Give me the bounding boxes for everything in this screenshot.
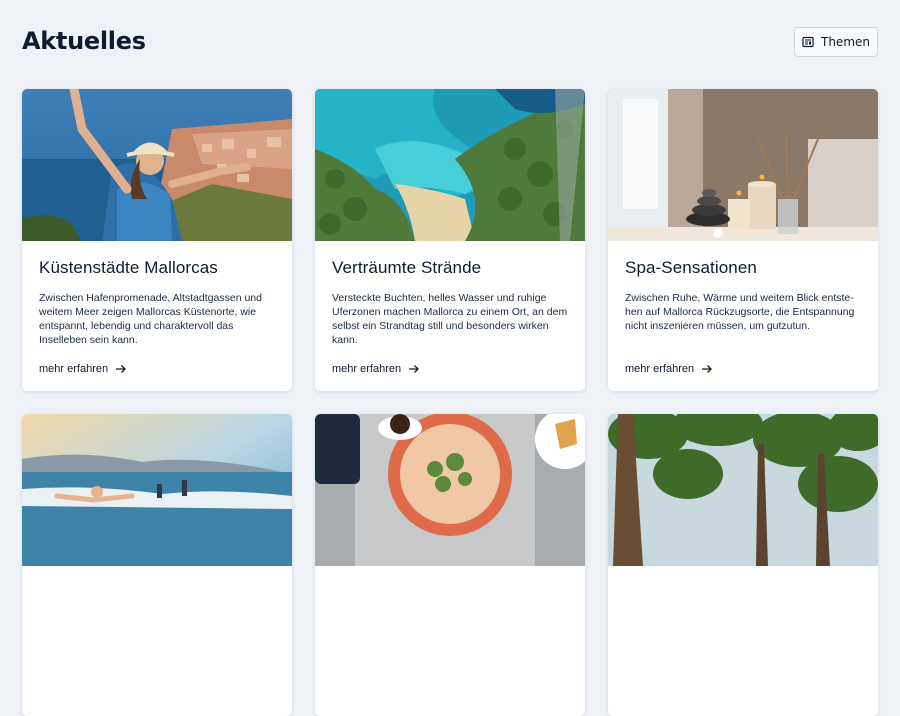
woman-coastal-town-photo — [22, 89, 292, 241]
read-more-link[interactable]: mehr erfahren — [625, 363, 713, 375]
arrow-right-icon — [116, 365, 127, 373]
card-text: Zwischen Ruhe, Wärme und weitem Blick en… — [625, 292, 855, 332]
read-more-link[interactable]: mehr erfahren — [39, 363, 127, 375]
article-card[interactable] — [22, 414, 292, 716]
article-card[interactable]: Spa-Sensationen Zwischen Ruhe, Wärme und… — [608, 89, 878, 391]
article-card[interactable] — [608, 414, 878, 716]
article-card[interactable]: Küstenstädte Mallorcas Zwischen Hafenpro… — [22, 89, 292, 391]
read-more-label: mehr erfahren — [332, 363, 402, 375]
read-more-link[interactable]: mehr erfahren — [332, 363, 420, 375]
themes-button-label: Themen — [821, 35, 870, 49]
article-card[interactable] — [315, 414, 585, 716]
arrow-right-icon — [409, 365, 420, 373]
arrow-right-icon — [702, 365, 713, 373]
spa-candles-photo — [608, 89, 878, 241]
page-title: Aktuelles — [22, 27, 146, 55]
pine-forest-photo — [608, 414, 878, 566]
card-text: Zwischen Hafenpromenade, Altstadtgassen … — [39, 292, 262, 346]
article-card[interactable]: Verträumte Strände Versteckte Buchten, h… — [315, 89, 585, 391]
read-more-label: mehr erfahren — [39, 363, 109, 375]
food-table-photo — [315, 414, 585, 566]
beach-waves-photo — [22, 414, 292, 566]
aerial-beach-cove-photo — [315, 89, 585, 241]
themes-button[interactable]: Themen — [794, 27, 878, 57]
card-title: Küstenstädte Mallorcas — [39, 258, 218, 277]
card-title: Verträumte Strände — [332, 258, 482, 277]
newspaper-icon — [802, 36, 814, 48]
read-more-label: mehr erfahren — [625, 363, 695, 375]
card-title: Spa-Sensationen — [625, 258, 757, 277]
card-text: Versteckte Buchten, helles Wasser und ru… — [332, 292, 568, 346]
